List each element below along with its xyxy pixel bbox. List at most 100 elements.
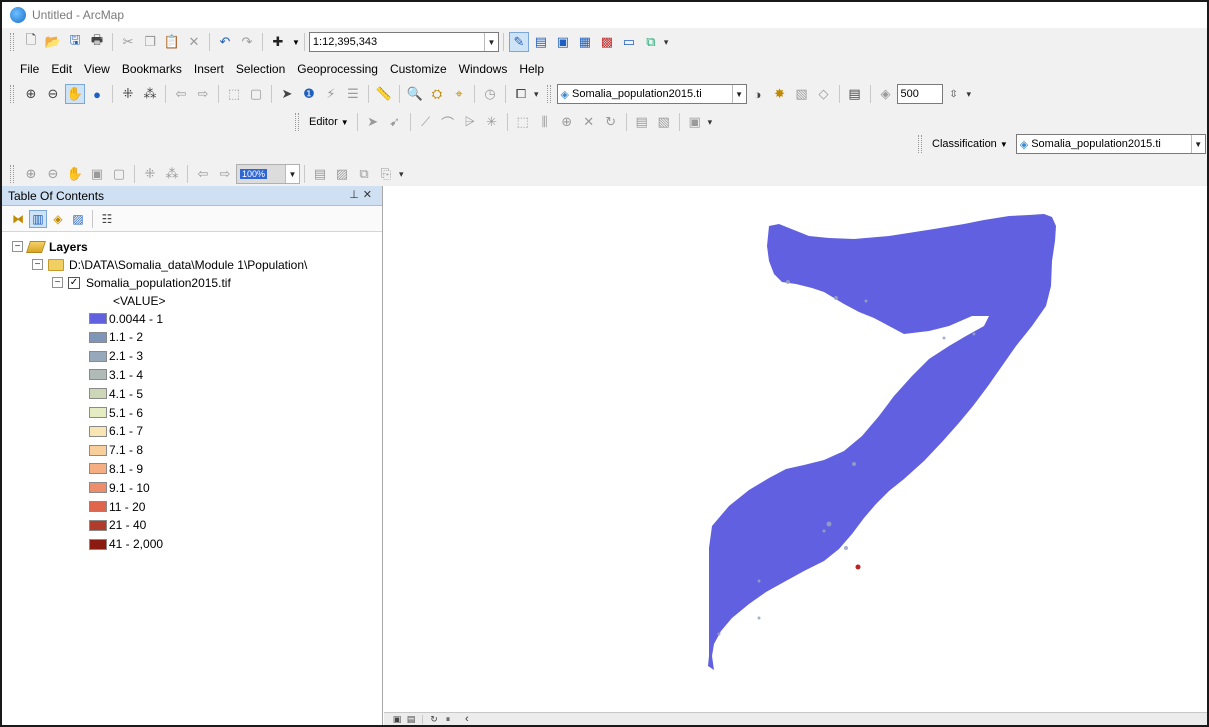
legend-swatch[interactable] — [89, 313, 107, 324]
straight-segment-icon[interactable]: ⟋ — [416, 112, 436, 132]
add-data-dropdown-icon[interactable]: ▼ — [292, 38, 300, 47]
legend-item[interactable]: 1.1 - 2 — [89, 329, 143, 346]
find-route-icon[interactable]: ⛭ — [427, 84, 447, 104]
swipe-icon[interactable]: ◇ — [814, 84, 834, 104]
zoom-whole-page-icon[interactable]: ▣ — [87, 164, 107, 184]
toolbar-grip[interactable] — [295, 113, 299, 131]
effects-layer-combo[interactable]: ◈ Somalia_population2015.ti ▼ — [556, 84, 747, 104]
legend-item[interactable]: 5.1 - 6 — [89, 404, 143, 421]
find-icon[interactable]: 🔍 — [405, 84, 425, 104]
editor-menu-button[interactable]: Editor ▼ — [305, 116, 353, 128]
legend-swatch[interactable] — [89, 388, 107, 400]
layout-zoom-out-icon[interactable]: ⊖ — [43, 164, 63, 184]
focus-data-frame-icon[interactable]: ▨ — [332, 164, 352, 184]
pin-icon[interactable]: ⊥ — [349, 189, 363, 201]
legend-item[interactable]: 0.0044 - 1 — [89, 310, 163, 327]
menu-insert[interactable]: Insert — [194, 62, 224, 76]
menu-help[interactable]: Help — [519, 62, 544, 76]
spin-icon[interactable]: ⇳ — [944, 84, 964, 104]
print-icon[interactable]: 🖶 — [87, 32, 107, 52]
chevron-down-icon[interactable]: ▼ — [483, 33, 498, 51]
copy-icon[interactable]: ❐ — [140, 32, 160, 52]
fixed-zoom-in-icon[interactable]: ⁜ — [118, 84, 138, 104]
go-to-xy-icon[interactable]: ⌖ — [449, 84, 469, 104]
toolbar-grip[interactable] — [546, 85, 551, 103]
layer-row[interactable]: − ✓ Somalia_population2015.tif — [52, 274, 231, 291]
layout-pan-icon[interactable]: ✋ — [65, 164, 85, 184]
fixed-zoom-in-layout-icon[interactable]: ⁜ — [140, 164, 160, 184]
legend-swatch[interactable] — [89, 519, 107, 531]
list-by-visibility-icon[interactable]: ◈ — [49, 210, 67, 228]
legend-swatch[interactable] — [89, 501, 107, 512]
map-display[interactable] — [384, 186, 1207, 712]
contrast-icon[interactable]: ◑ — [748, 84, 768, 104]
resolution-icon[interactable]: ◈ — [876, 84, 896, 104]
legend-item[interactable]: 41 - 2,000 — [89, 536, 163, 553]
legend-item[interactable]: 11 - 20 — [89, 498, 145, 515]
add-data-icon[interactable]: ✚ — [268, 32, 288, 52]
edit-tool-icon[interactable]: ➤ — [363, 112, 383, 132]
next-extent-layout-icon[interactable]: ⇨ — [215, 164, 235, 184]
legend-item[interactable]: 4.1 - 5 — [89, 385, 143, 402]
collapse-icon[interactable]: − — [12, 241, 23, 252]
full-extent-icon[interactable]: ● — [87, 84, 107, 104]
split-icon[interactable]: ⊕ — [557, 112, 577, 132]
time-slider-icon[interactable]: ◷ — [480, 84, 500, 104]
point-icon[interactable]: ✳ — [482, 112, 502, 132]
chevron-down-icon[interactable]: ▼ — [731, 85, 746, 103]
python-window-icon[interactable]: ▭ — [619, 32, 639, 52]
toolbar-grip[interactable] — [10, 165, 14, 183]
sketch-properties-icon[interactable]: ▧ — [654, 112, 674, 132]
legend-item[interactable]: 7.1 - 8 — [89, 442, 143, 459]
legend-swatch[interactable] — [89, 369, 107, 381]
menu-geoprocessing[interactable]: Geoprocessing — [297, 62, 378, 76]
forward-extent-icon[interactable]: ⇨ — [193, 84, 213, 104]
scroll-left-icon[interactable]: ‹ — [465, 713, 469, 725]
reshape-icon[interactable]: ⫼ — [535, 112, 555, 132]
hyperlink-icon[interactable]: ⚡ — [321, 84, 341, 104]
cut-polygon-icon[interactable]: ✕ — [579, 112, 599, 132]
data-view-icon[interactable]: ▣ — [391, 714, 403, 725]
fixed-zoom-out-layout-icon[interactable]: ⁂ — [162, 164, 182, 184]
toolbar-grip[interactable] — [10, 33, 14, 51]
refresh-icon[interactable]: ↻ — [428, 714, 440, 725]
zoom-100-icon[interactable]: ▢ — [109, 164, 129, 184]
search-window-icon[interactable]: ▦ — [575, 32, 595, 52]
classification-layer-combo[interactable]: ◈ Somalia_population2015.ti ▼ — [1015, 134, 1206, 154]
list-by-source-icon[interactable]: ▥ — [29, 209, 47, 228]
chevron-down-icon[interactable]: ▼ — [1190, 135, 1205, 153]
fixed-zoom-out-icon[interactable]: ⁂ — [140, 84, 160, 104]
trace-icon[interactable]: ⩥ — [460, 112, 480, 132]
cut-icon[interactable]: ✂ — [118, 32, 138, 52]
brightness-icon[interactable]: ✸ — [770, 84, 790, 104]
paste-icon[interactable]: 📋 — [162, 32, 182, 52]
legend-item[interactable]: 21 - 40 — [89, 517, 146, 534]
close-icon[interactable]: ✕ — [363, 189, 376, 201]
menu-selection[interactable]: Selection — [236, 62, 285, 76]
save-icon[interactable]: 🖫 — [65, 32, 85, 52]
layout-view-icon[interactable]: ▤ — [405, 714, 417, 725]
toolbar-overflow-icon[interactable]: ▾ — [664, 37, 669, 48]
edit-vertices-icon[interactable]: ⬚ — [513, 112, 533, 132]
pause-drawing-icon[interactable]: ⏸ — [442, 714, 454, 725]
legend-swatch[interactable] — [89, 350, 107, 362]
layout-zoom-combo[interactable]: 100% ▼ — [236, 164, 300, 184]
toolbar-overflow-icon[interactable]: ▾ — [967, 89, 972, 100]
legend-item[interactable]: 3.1 - 4 — [89, 366, 143, 383]
back-extent-icon[interactable]: ⇦ — [171, 84, 191, 104]
toolbar-overflow-icon[interactable]: ▾ — [708, 117, 713, 128]
map-canvas[interactable] — [384, 186, 1207, 712]
list-by-selection-icon[interactable]: ▨ — [69, 210, 87, 228]
collapse-icon[interactable]: − — [52, 277, 63, 288]
menu-view[interactable]: View — [84, 62, 110, 76]
legend-item[interactable]: 6.1 - 7 — [89, 423, 143, 440]
open-icon[interactable]: 📂 — [43, 32, 63, 52]
classification-menu-button[interactable]: Classification ▼ — [928, 138, 1012, 150]
editor-toolbar-toggle-icon[interactable]: ✎ — [508, 32, 529, 52]
legend-swatch[interactable] — [89, 463, 107, 475]
select-elements-icon[interactable]: ➤ — [277, 84, 297, 104]
arctoolbox-icon[interactable]: ▩ — [597, 32, 617, 52]
catalog-window-icon[interactable]: ▣ — [553, 32, 573, 52]
layers-root-row[interactable]: − Layers — [12, 238, 88, 255]
zoom-in-icon[interactable]: ⊕ — [21, 84, 41, 104]
